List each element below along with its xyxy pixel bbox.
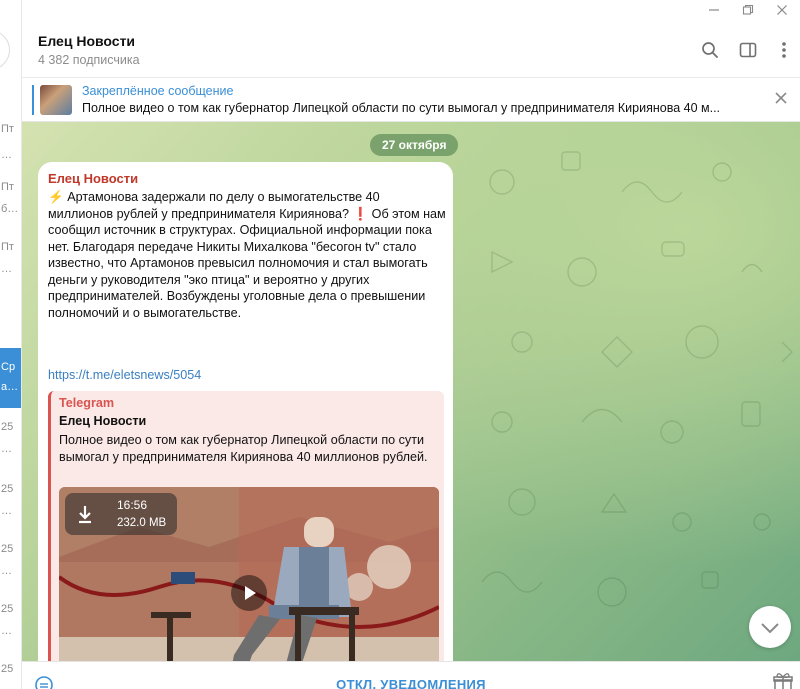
minimize-icon[interactable] bbox=[706, 4, 722, 19]
chat-list-item-preview: а… bbox=[1, 381, 19, 393]
preview-title: Елец Новости bbox=[59, 414, 147, 428]
chat-list-item[interactable]: 25 … bbox=[0, 542, 21, 578]
lightning-emoji: ⚡ bbox=[48, 190, 64, 204]
chat-list-item-preview: … bbox=[1, 625, 12, 637]
chat-list-item-date: 25 bbox=[1, 483, 14, 495]
subscriber-count: 4 382 подписчика bbox=[38, 53, 140, 67]
video-thumbnail[interactable]: 16:56 232.0 MB bbox=[59, 487, 439, 661]
scroll-down-button[interactable] bbox=[749, 606, 791, 648]
more-vertical-icon[interactable] bbox=[774, 40, 794, 60]
download-icon[interactable] bbox=[75, 504, 95, 524]
message-text-part1: Артамонова задержали по делу о вымогател… bbox=[48, 190, 380, 221]
pinned-thumbnail bbox=[40, 85, 72, 115]
exclamation-emoji: ❗ bbox=[352, 206, 369, 221]
chat-list-item-date: Ср bbox=[1, 361, 16, 373]
chat-header[interactable]: Елец Новости 4 382 подписчика bbox=[22, 22, 800, 78]
channel-title[interactable]: Елец Новости bbox=[38, 33, 135, 49]
avatar[interactable] bbox=[0, 30, 10, 70]
pinned-indicator bbox=[32, 85, 34, 115]
chat-list-item[interactable]: Пт … bbox=[0, 122, 21, 162]
message-bubble[interactable]: Елец Новости ⚡ Артамонова задержали по д… bbox=[38, 162, 453, 661]
chat-list-item-date: Пт bbox=[1, 123, 14, 135]
chat-list-item[interactable]: Пт … bbox=[0, 240, 21, 276]
chat-list-item-date: 25 bbox=[1, 603, 14, 615]
video-info-badge: 16:56 232.0 MB bbox=[65, 493, 177, 535]
play-icon[interactable] bbox=[231, 575, 267, 611]
chat-list-item-date: Пт bbox=[1, 241, 14, 253]
chat-list-item-date: 25 bbox=[1, 421, 14, 433]
video-size: 232.0 MB bbox=[117, 517, 167, 529]
pinned-message-bar[interactable]: Закреплённое сообщение Полное видео о то… bbox=[22, 79, 800, 122]
preview-description: Полное видео о том как губернатор Липецк… bbox=[59, 433, 428, 464]
date-separator: 27 октября bbox=[370, 134, 459, 156]
message-author[interactable]: Елец Новости bbox=[48, 171, 138, 186]
link-preview[interactable]: Telegram Елец Новости Полное видео о том… bbox=[48, 391, 444, 661]
window-controls bbox=[706, 4, 790, 19]
chat-list-item-preview: … bbox=[1, 149, 12, 161]
message-text-part2: Об этом нам сообщил источник в структура… bbox=[48, 206, 446, 320]
pinned-label: Закреплённое сообщение bbox=[82, 84, 234, 98]
chat-list-item-active[interactable]: Ср а… bbox=[0, 348, 21, 408]
restore-icon[interactable] bbox=[740, 4, 756, 19]
close-icon[interactable] bbox=[774, 4, 790, 19]
chat-list-item-date: Пт bbox=[1, 181, 14, 193]
close-pinned-icon[interactable] bbox=[774, 91, 788, 110]
chat-list-item[interactable]: 25 … bbox=[0, 602, 21, 638]
search-icon[interactable] bbox=[700, 40, 720, 60]
chat-list-item-preview: … bbox=[1, 443, 12, 455]
chat-list-item-preview: … bbox=[1, 263, 12, 275]
bottom-bar: ОТКЛ. УВЕДОМЛЕНИЯ bbox=[22, 661, 800, 689]
chat-list-item-date: 25 bbox=[1, 543, 14, 555]
mute-notifications-button[interactable]: ОТКЛ. УВЕДОМЛЕНИЯ bbox=[22, 677, 800, 689]
chat-list-item[interactable]: 25 bbox=[0, 662, 21, 676]
message-link[interactable]: https://t.me/eletsnews/5054 bbox=[48, 368, 201, 382]
message-text: ⚡ Артамонова задержали по делу о вымогат… bbox=[48, 189, 448, 321]
chat-list-item[interactable]: Пт б… bbox=[0, 180, 21, 216]
chat-list-item[interactable]: 25 … bbox=[0, 420, 21, 456]
preview-site-name: Telegram bbox=[59, 396, 115, 410]
gift-icon[interactable] bbox=[772, 672, 794, 689]
chat-list-panel: Пт … Пт б… Пт … Ср а… 25 … 25 … 25 … 25 … bbox=[0, 0, 22, 689]
chat-list-item-preview: … bbox=[1, 565, 12, 577]
chat-area[interactable]: 27 октября Елец Новости ⚡ Артамонова зад… bbox=[22, 122, 800, 661]
chevron-down-icon bbox=[761, 623, 779, 634]
pinned-text: Полное видео о том как губернатор Липецк… bbox=[82, 101, 721, 115]
chat-list-item[interactable]: 25 … bbox=[0, 482, 21, 518]
chat-list-item-date: 25 bbox=[1, 663, 14, 675]
chat-list-item-preview: … bbox=[1, 505, 12, 517]
sidebar-toggle-icon[interactable] bbox=[738, 40, 758, 60]
video-duration: 16:56 bbox=[117, 498, 148, 512]
chat-list-item-preview: б… bbox=[1, 203, 19, 215]
